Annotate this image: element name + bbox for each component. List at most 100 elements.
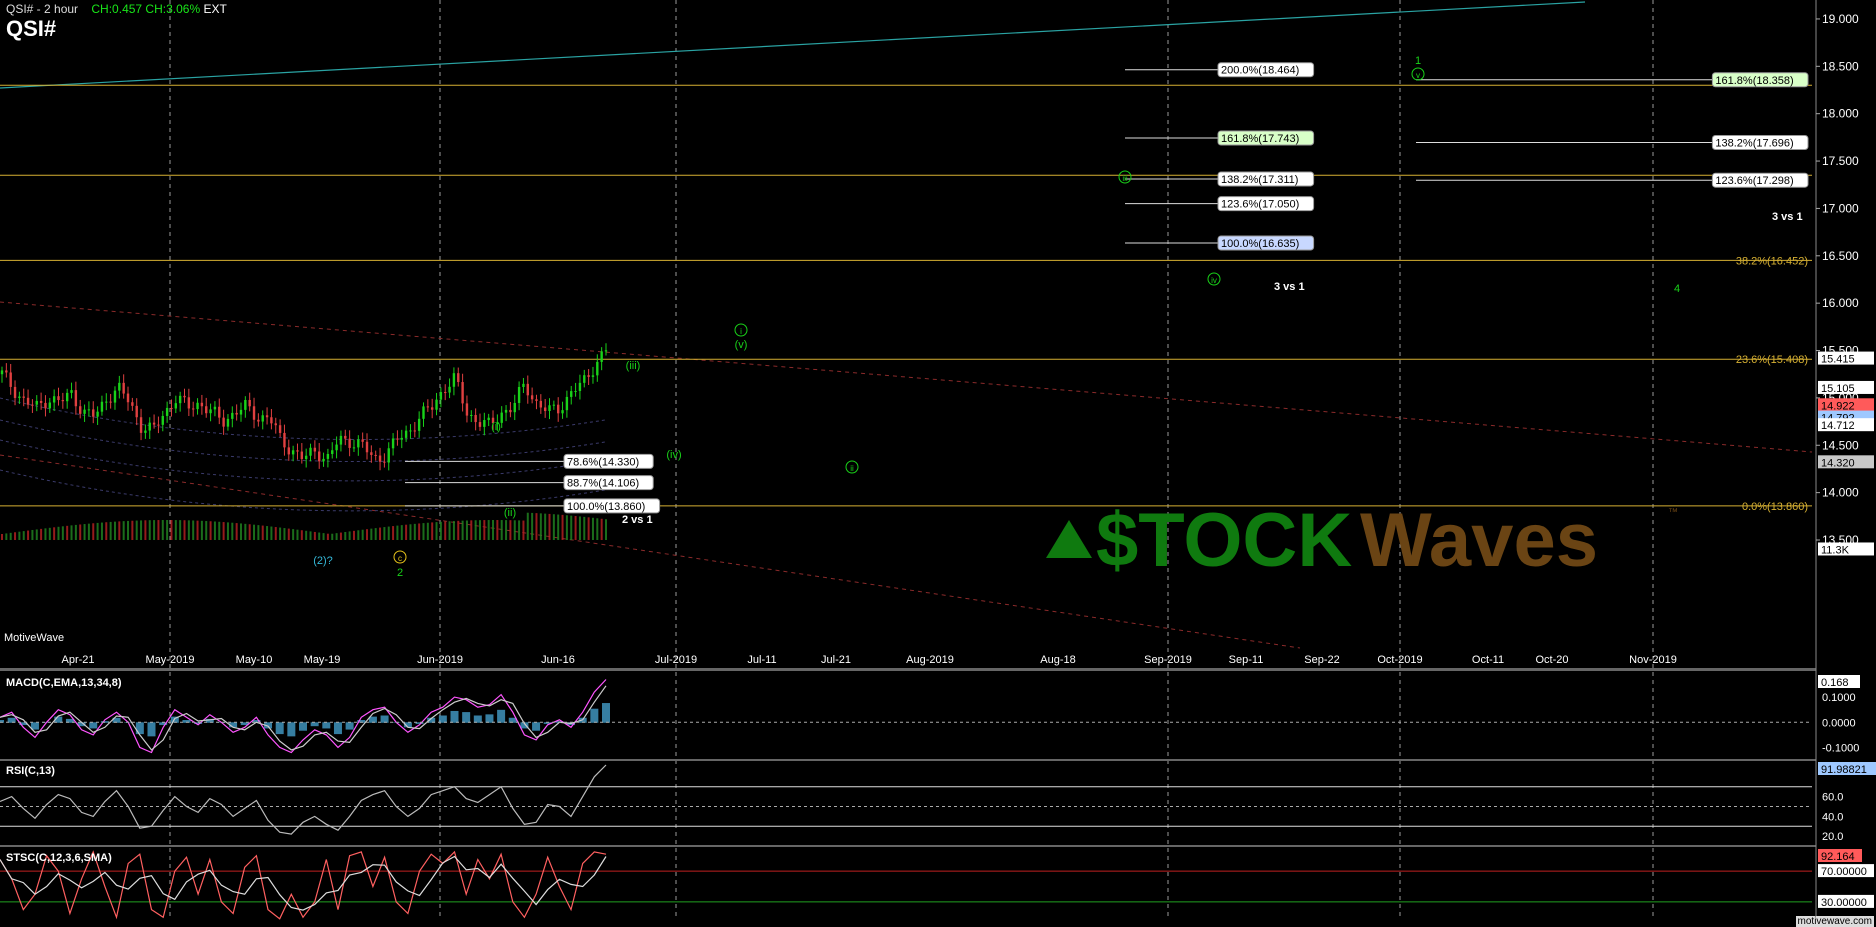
volume-bar	[239, 523, 242, 540]
volume-bar	[522, 520, 525, 540]
macd-tick: 0.0000	[1822, 717, 1856, 729]
candle-body	[274, 423, 277, 426]
volume-bar	[135, 520, 138, 540]
volume-bar	[487, 520, 490, 540]
candle-body	[400, 437, 403, 440]
volume-bar	[1, 534, 3, 540]
candle-body	[487, 417, 490, 421]
candle-body	[200, 402, 204, 407]
macd-hist-bar	[590, 708, 599, 723]
candle-body	[74, 390, 78, 407]
candle-body	[213, 406, 217, 410]
fib-mid-label: 161.8%(17.743)	[1221, 133, 1299, 145]
candle-body	[409, 430, 412, 432]
chart-title: QSI# - 2 hour	[6, 2, 79, 16]
candle-body	[383, 461, 386, 463]
candle-body	[426, 406, 430, 408]
volume-bar	[552, 514, 555, 540]
motivewave-brand: MotiveWave	[4, 632, 65, 644]
volume-bar	[44, 528, 47, 540]
candle-body	[339, 435, 343, 445]
macd-hist-bar	[485, 714, 494, 723]
x-tick-label: Oct-11	[1472, 654, 1504, 666]
candle-body	[452, 373, 456, 387]
volume-bar	[266, 526, 269, 540]
candle-body	[79, 406, 82, 414]
candle-body	[404, 430, 408, 438]
macd-hist-bar	[275, 722, 284, 735]
candle-body	[561, 410, 564, 414]
candle-body	[131, 402, 134, 406]
volume-bar	[531, 512, 534, 540]
candle-body	[26, 397, 30, 405]
candle-body	[361, 439, 364, 442]
candle-body	[591, 375, 595, 377]
volume-bar	[131, 520, 134, 540]
y-tick-label: 14.000	[1822, 486, 1859, 500]
candle-body	[44, 402, 47, 409]
macd-tick: -0.1000	[1822, 742, 1859, 754]
macd-tick: 0.1000	[1822, 692, 1856, 704]
vs-label: 3 vs 1	[1274, 281, 1305, 293]
stsc-value: 92.164	[1821, 851, 1855, 863]
macd-hist-bar	[299, 722, 307, 731]
candle-body	[378, 455, 382, 462]
watermark-waves: Waves	[1360, 498, 1598, 583]
volume-bar	[148, 520, 151, 540]
volume-bar	[409, 524, 412, 540]
volume-bar	[496, 520, 499, 540]
volume-bar	[100, 522, 103, 540]
fib-mid-label: 100.0%(16.635)	[1221, 238, 1299, 250]
candle-body	[113, 390, 117, 403]
candle-body	[261, 415, 264, 422]
volume-bar	[213, 521, 216, 540]
volume-bar	[292, 529, 295, 540]
volume-bar	[561, 514, 564, 540]
volume-bar	[187, 520, 190, 540]
x-tick-label: Aug-18	[1040, 654, 1075, 666]
candle-body	[357, 439, 360, 448]
candle-body	[565, 396, 569, 411]
volume-bar	[405, 524, 408, 540]
candle-body	[13, 386, 17, 398]
candle-body	[105, 401, 108, 403]
candle-body	[304, 455, 308, 460]
wave-label: iv	[1211, 276, 1217, 285]
candle-body	[374, 454, 377, 456]
volume-bar	[105, 522, 108, 540]
vs-label: 2 vs 1	[622, 514, 653, 526]
y-tick-label: 16.500	[1822, 249, 1859, 263]
candle-body	[578, 382, 582, 391]
candle-body	[530, 395, 534, 400]
stsc-tick: 70.00000	[1821, 866, 1867, 878]
candle-body	[435, 399, 438, 410]
volume-bar	[196, 520, 199, 540]
volume-bar	[526, 512, 529, 540]
candle-body	[139, 417, 143, 433]
volume-bar	[83, 524, 86, 540]
volume-bar	[109, 521, 112, 540]
fib-mid-label: 123.6%(17.050)	[1221, 199, 1299, 211]
volume-bar	[396, 525, 399, 540]
volume-bar	[200, 520, 203, 540]
candle-body	[70, 390, 73, 393]
y-tick-label: 18.000	[1822, 107, 1859, 121]
macd-hist-bar	[147, 722, 156, 737]
candle-body	[35, 400, 38, 405]
candle-body	[370, 452, 373, 455]
volume-bar	[435, 522, 438, 540]
candle-body	[444, 392, 447, 394]
moving-band	[0, 439, 606, 482]
candle-body	[109, 401, 112, 403]
candle-body	[191, 408, 195, 410]
volume-bar	[583, 516, 586, 540]
candle-body	[231, 412, 234, 419]
rsi-tick: 40.0	[1822, 811, 1843, 823]
x-tick-label: Aug-2019	[906, 654, 954, 666]
candle-body	[474, 414, 477, 423]
candle-body	[61, 400, 65, 402]
candle-body	[100, 401, 104, 412]
volume-bar	[296, 529, 299, 540]
volume-bar	[492, 520, 495, 540]
volume-bar	[79, 524, 82, 540]
